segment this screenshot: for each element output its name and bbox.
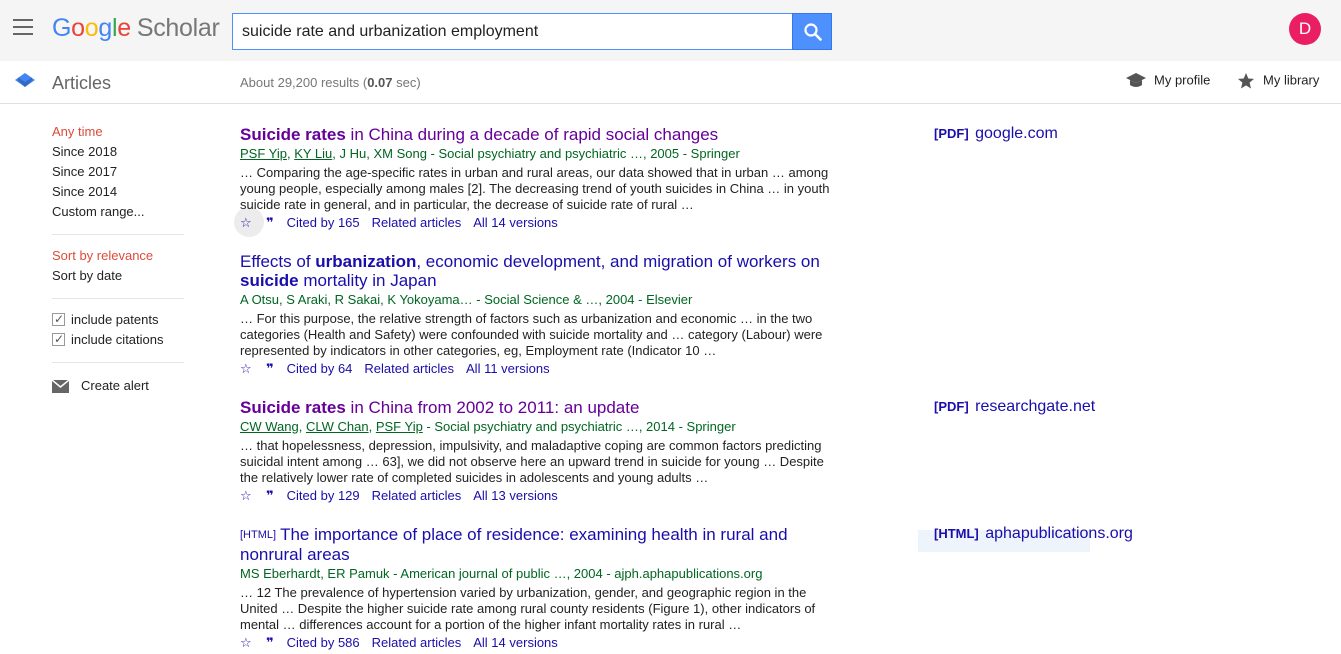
cite-quote-icon[interactable]: ❞ xyxy=(266,360,275,378)
sort-by-date[interactable]: Sort by date xyxy=(52,268,184,288)
search-result: Suicide rates in China from 2002 to 2011… xyxy=(240,398,840,505)
checkbox-checked-icon xyxy=(52,311,65,327)
filter-since-2017[interactable]: Since 2017 xyxy=(52,164,184,184)
author-link[interactable]: KY Liu xyxy=(294,146,332,161)
result-title-link[interactable]: Suicide rates in China from 2002 to 2011… xyxy=(240,398,840,417)
result-snippet: … For this purpose, the relative strengt… xyxy=(240,311,823,358)
full-text-link[interactable]: [PDF] google.com xyxy=(934,125,1058,143)
google-scholar-logo[interactable]: Google Scholar xyxy=(52,14,220,43)
result-authors: PSF Yip, KY Liu, J Hu, XM Song - Social … xyxy=(240,146,740,161)
search-input[interactable] xyxy=(233,14,792,49)
cited-by-link[interactable]: Cited by 129 xyxy=(287,488,360,503)
result-actions: ☆ ❞ Cited by 586 Related articles All 14 ver… xyxy=(240,634,840,652)
articles-label: Articles xyxy=(52,73,112,93)
cite-quote-icon[interactable]: ❞ xyxy=(266,634,275,652)
my-profile-link[interactable]: My profile xyxy=(1126,72,1210,90)
save-star-icon[interactable]: ☆ xyxy=(240,360,256,378)
result-actions: ☆ ❞ Cited by 165 Related articles All 14 ver… xyxy=(240,214,840,232)
cited-by-link[interactable]: Cited by 64 xyxy=(287,361,353,376)
all-versions-link[interactable]: All 11 versions xyxy=(466,361,550,376)
author-link[interactable]: CW Wang xyxy=(240,419,299,434)
search-result: Effects of urbanization, economic develo… xyxy=(240,252,840,378)
result-actions: ☆ ❞ Cited by 64 Related articles All 11 vers… xyxy=(240,360,840,378)
include-patents-label: include patents xyxy=(71,312,159,327)
related-articles-link[interactable]: Related articles xyxy=(372,635,462,650)
include-citations-label: include citations xyxy=(71,332,164,347)
cited-by-link[interactable]: Cited by 586 xyxy=(287,635,360,650)
my-library-link[interactable]: My library xyxy=(1237,72,1319,90)
all-versions-link[interactable]: All 13 versions xyxy=(473,488,558,503)
results-count: About 29,200 results (0.07 sec) xyxy=(240,75,421,90)
cite-quote-icon[interactable]: ❞ xyxy=(266,214,275,232)
all-versions-link[interactable]: All 14 versions xyxy=(473,215,558,230)
include-patents-checkbox[interactable]: include patents xyxy=(52,311,184,332)
account-avatar[interactable]: D xyxy=(1289,13,1321,45)
graduation-cap-icon xyxy=(1126,73,1146,87)
envelope-icon xyxy=(51,379,70,393)
related-articles-link[interactable]: Related articles xyxy=(364,361,454,376)
create-alert-link[interactable]: Create alert xyxy=(51,378,184,393)
filter-sidebar: Any time Since 2018 Since 2017 Since 201… xyxy=(51,124,184,393)
my-profile-label: My profile xyxy=(1154,72,1211,88)
cited-by-link[interactable]: Cited by 165 xyxy=(287,215,360,230)
filter-custom-range[interactable]: Custom range... xyxy=(52,204,184,224)
filter-any-time[interactable]: Any time xyxy=(52,124,184,144)
result-authors: A Otsu, S Araki, R Sakai, K Yokoyama… - … xyxy=(240,292,693,307)
result-title-link[interactable]: Effects of urbanization, economic develo… xyxy=(240,252,840,290)
author-link[interactable]: PSF Yip xyxy=(240,146,287,161)
result-authors: MS Eberhardt, ER Pamuk - American journa… xyxy=(240,566,763,581)
author-link[interactable]: PSF Yip xyxy=(376,419,423,434)
top-bar: GoogleScholar D xyxy=(0,0,1341,61)
save-star-icon[interactable]: ☆ xyxy=(240,634,256,652)
search-icon xyxy=(804,23,822,41)
full-text-link[interactable]: [HTML] aphapublications.org xyxy=(934,525,1133,543)
divider xyxy=(52,298,184,299)
related-articles-link[interactable]: Related articles xyxy=(372,488,462,503)
sort-by-relevance[interactable]: Sort by relevance xyxy=(52,248,184,268)
full-text-link[interactable]: [PDF] researchgate.net xyxy=(934,398,1095,416)
divider xyxy=(52,362,184,363)
author-link[interactable]: CLW Chan xyxy=(306,419,369,434)
result-title-link[interactable]: Suicide rates in China during a decade o… xyxy=(240,125,840,144)
star-icon xyxy=(1238,73,1254,89)
results-toolbar: Articles About 29,200 results (0.07 sec)… xyxy=(0,61,1341,104)
result-title-link[interactable]: [HTML] The importance of place of residen… xyxy=(240,525,840,564)
result-snippet: … Comparing the age-specific rates in ur… xyxy=(240,165,830,212)
search-field[interactable] xyxy=(232,13,793,50)
search-result: Suicide rates in China during a decade o… xyxy=(240,125,840,232)
cite-quote-icon[interactable]: ❞ xyxy=(266,487,275,505)
checkbox-checked-icon xyxy=(52,331,65,347)
include-citations-checkbox[interactable]: include citations xyxy=(52,331,184,352)
save-star-icon[interactable]: ☆ xyxy=(240,214,256,232)
related-articles-link[interactable]: Related articles xyxy=(372,215,462,230)
result-snippet: … 12 The prevalence of hypertension vari… xyxy=(240,585,816,632)
result-actions: ☆ ❞ Cited by 129 Related articles All 13 ver… xyxy=(240,487,840,505)
result-snippet: … that hopelessness, depression, impulsi… xyxy=(240,438,824,485)
hamburger-menu-icon[interactable] xyxy=(13,19,33,35)
search-button[interactable] xyxy=(792,13,832,50)
all-versions-link[interactable]: All 14 versions xyxy=(473,635,558,650)
divider xyxy=(52,234,184,235)
filter-since-2018[interactable]: Since 2018 xyxy=(52,144,184,164)
scholar-cap-icon xyxy=(15,73,35,87)
search-result: [HTML] The importance of place of residen… xyxy=(240,525,840,652)
save-star-icon[interactable]: ☆ xyxy=(240,487,256,505)
create-alert-label: Create alert xyxy=(81,378,149,393)
my-library-label: My library xyxy=(1263,72,1320,88)
result-authors: CW Wang, CLW Chan, PSF Yip - Social psyc… xyxy=(240,419,736,434)
filter-since-2014[interactable]: Since 2014 xyxy=(52,184,184,204)
